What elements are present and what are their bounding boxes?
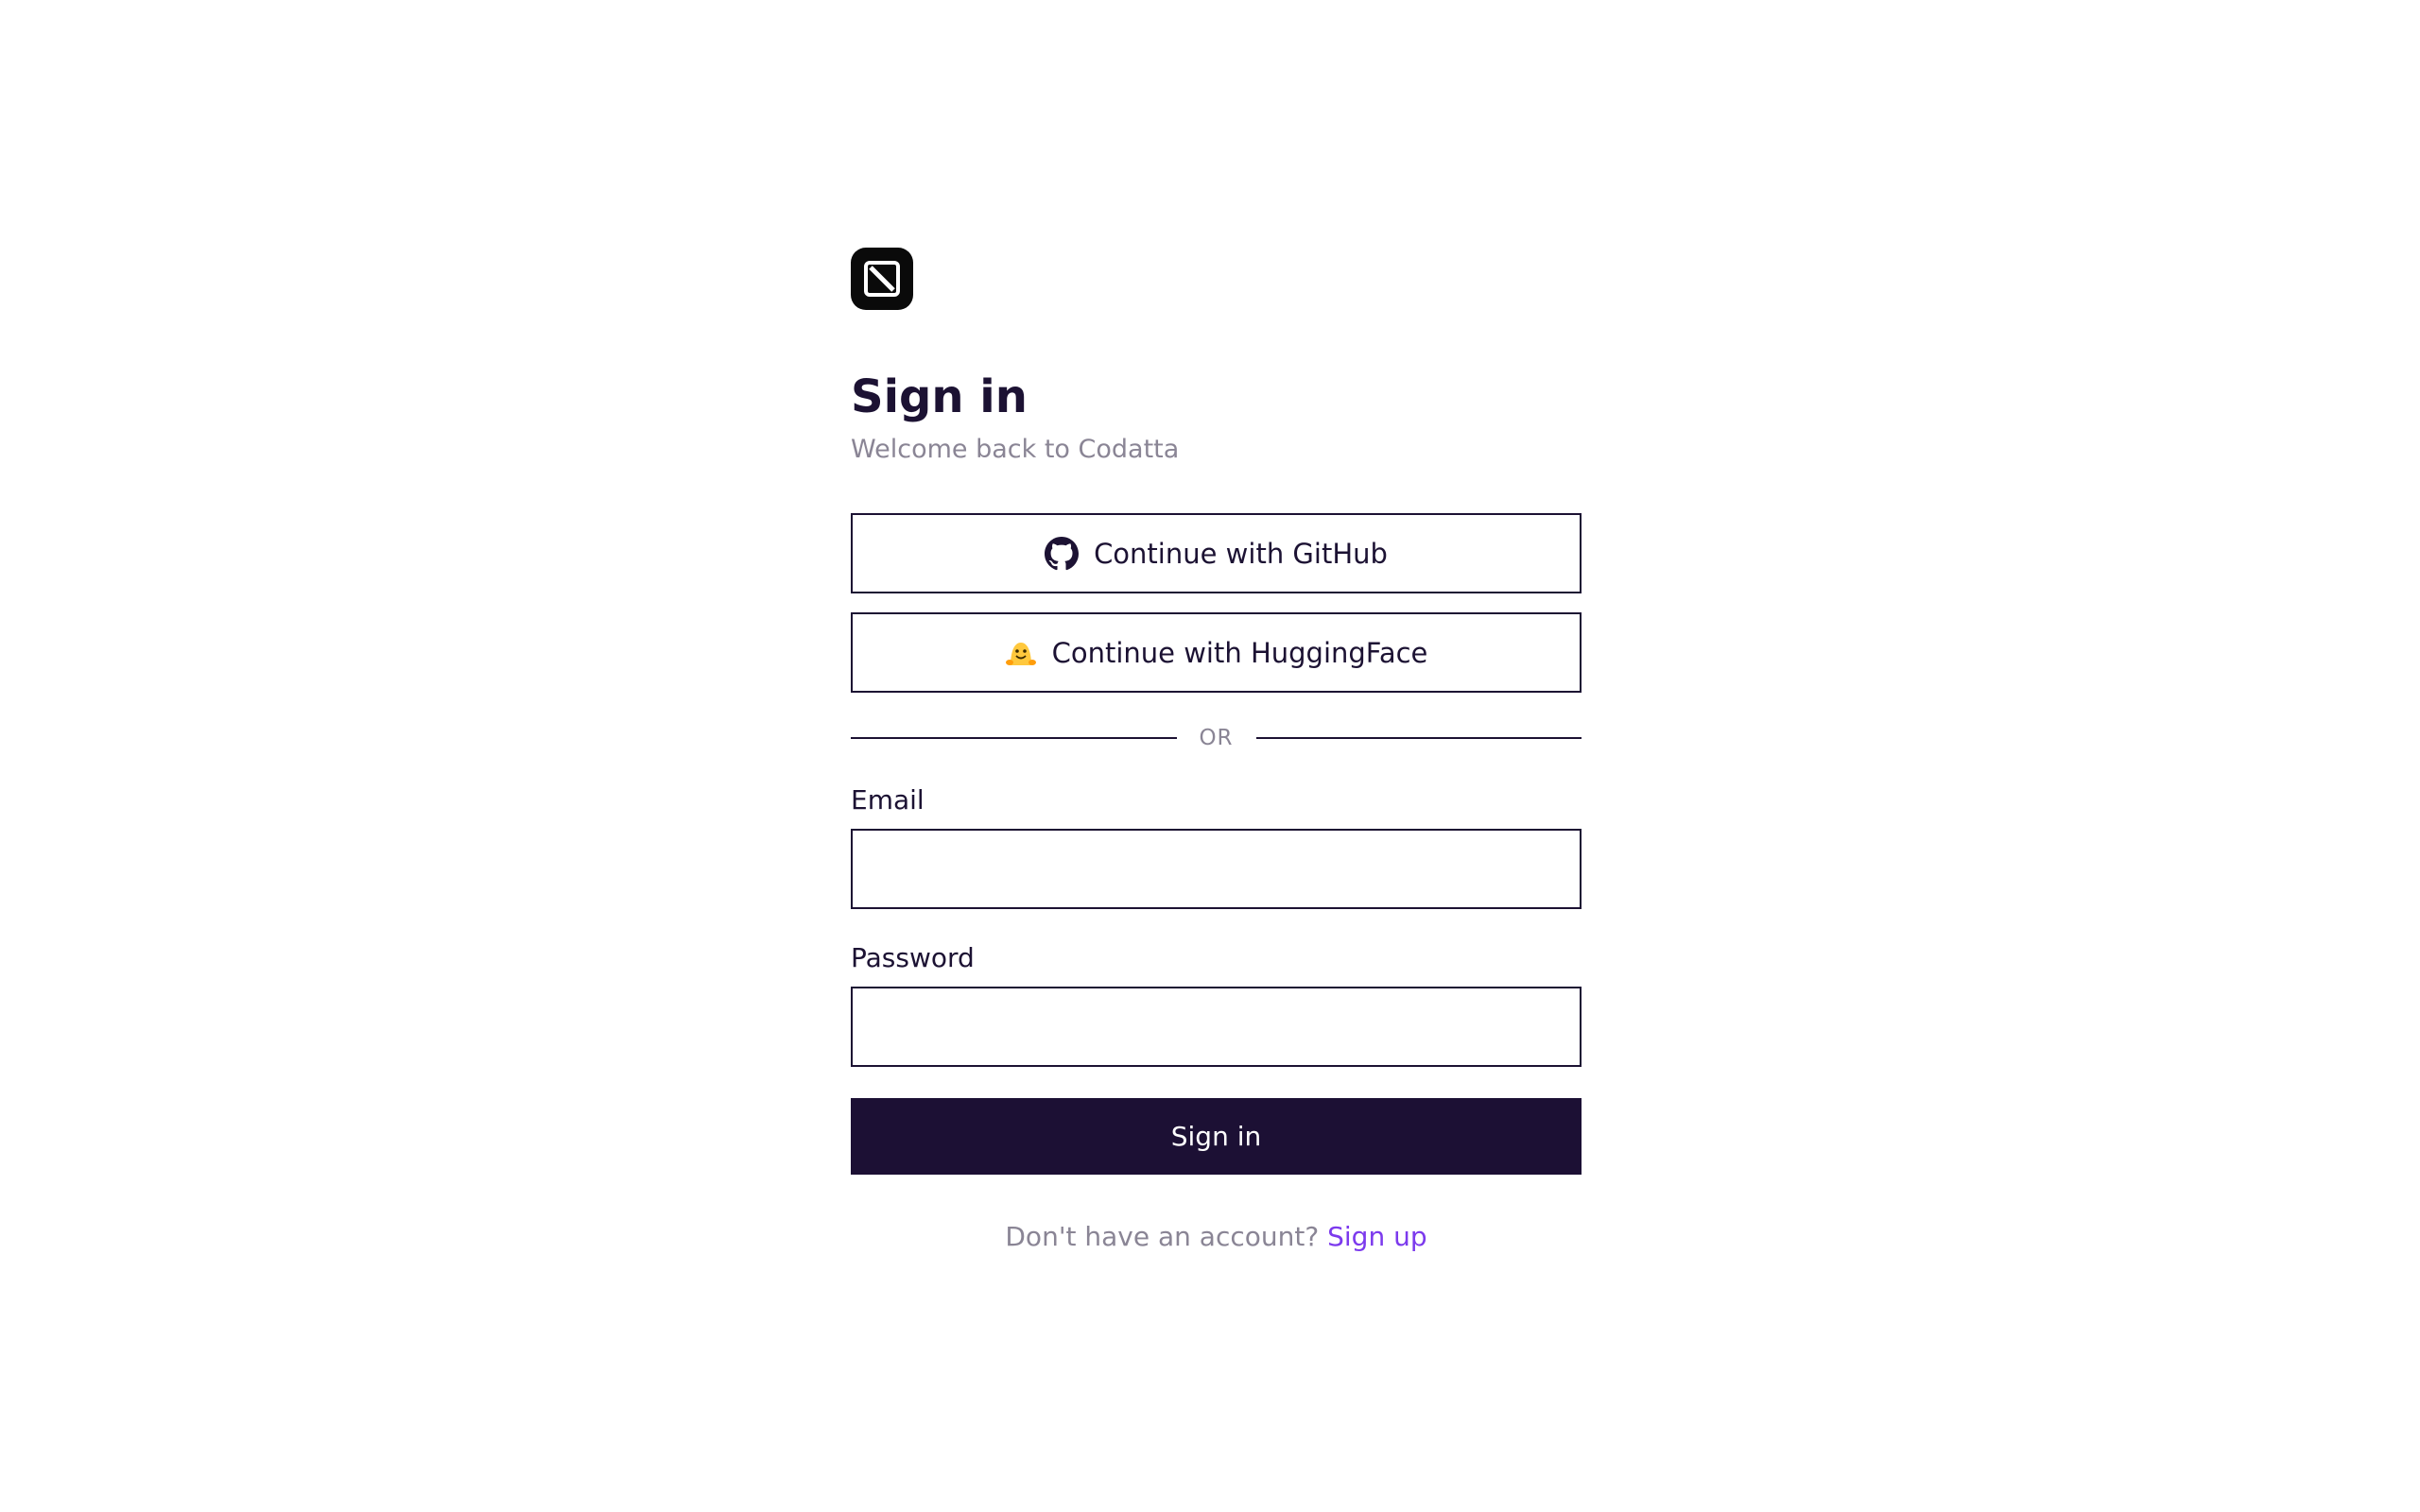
github-icon bbox=[1045, 536, 1080, 571]
codatta-logo-icon bbox=[851, 248, 913, 310]
github-button-label: Continue with GitHub bbox=[1094, 537, 1388, 570]
sign-up-link[interactable]: Sign up bbox=[1327, 1221, 1427, 1252]
divider-text: OR bbox=[1199, 726, 1234, 750]
sign-up-prompt: Don't have an account? Sign up bbox=[851, 1220, 1582, 1254]
password-field[interactable] bbox=[851, 987, 1582, 1067]
divider-line-right bbox=[1255, 737, 1582, 739]
sign-up-prompt-text: Don't have an account? bbox=[1005, 1221, 1320, 1252]
password-label: Password bbox=[851, 942, 975, 973]
page-title: Sign in bbox=[851, 370, 1028, 423]
sign-in-button[interactable]: Sign in bbox=[851, 1098, 1582, 1175]
email-field[interactable] bbox=[851, 829, 1582, 909]
page-subtitle: Welcome back to Codatta bbox=[851, 435, 1180, 464]
or-divider: OR bbox=[851, 721, 1582, 755]
github-sign-in-button[interactable]: Continue with GitHub bbox=[851, 513, 1582, 593]
sign-in-card: Sign in Welcome back to Codatta Continue… bbox=[851, 248, 1582, 1254]
huggingface-icon bbox=[1005, 637, 1037, 669]
huggingface-button-label: Continue with HuggingFace bbox=[1051, 636, 1428, 669]
huggingface-sign-in-button[interactable]: Continue with HuggingFace bbox=[851, 612, 1582, 693]
email-label: Email bbox=[851, 784, 925, 816]
divider-line-left bbox=[851, 737, 1177, 739]
